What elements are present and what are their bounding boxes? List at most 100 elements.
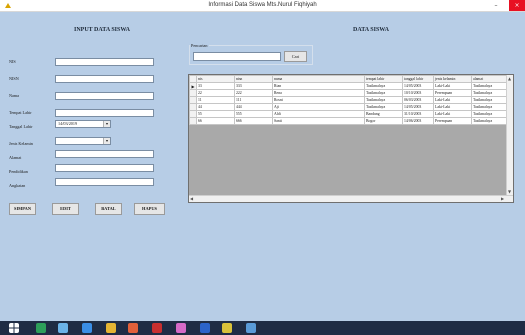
table-cell[interactable]: Tasikmalaya — [471, 110, 508, 118]
column-header-nisn[interactable]: nisn — [234, 75, 273, 83]
windows-start-icon[interactable] — [9, 323, 19, 333]
nama-input[interactable] — [55, 92, 154, 100]
chevron-down-icon[interactable]: ▾ — [103, 121, 110, 127]
scroll-down-icon[interactable]: ▼ — [508, 189, 511, 194]
search-input[interactable] — [193, 52, 281, 61]
folder-icon[interactable] — [106, 323, 116, 333]
column-header-tanggal-lahir[interactable]: tanggal lahir — [402, 75, 434, 83]
scroll-left-icon[interactable]: ◀ — [190, 196, 193, 201]
table-row[interactable]: 11 111 Rosni Tasikmalaya 06/03/2003 Laki… — [189, 96, 508, 104]
table-cell[interactable]: Tasikmalaya — [364, 82, 403, 90]
search-button[interactable]: Cari — [284, 51, 307, 62]
table-row[interactable]: ▶ 33 333 Rian Tasikmalaya 14/05/2003 Lak… — [189, 82, 508, 90]
table-row[interactable]: 22 222 Rena Tasikmalaya 10/10/2003 Perem… — [189, 89, 508, 97]
table-cell[interactable]: Bogor — [364, 117, 403, 125]
table-cell[interactable]: Tasikmalaya — [471, 117, 508, 125]
hapus-button[interactable]: HAPUS — [134, 203, 165, 215]
table-cell[interactable]: Tasikmalaya — [471, 89, 508, 97]
table-cell[interactable]: Perempuan — [433, 117, 472, 125]
table-cell[interactable]: 14/05/2003 — [402, 103, 434, 111]
row-header[interactable] — [189, 117, 197, 125]
column-header-alamat[interactable]: alamat — [471, 75, 508, 83]
paint-icon[interactable] — [176, 323, 186, 333]
table-cell[interactable]: Laki-Laki — [433, 96, 472, 104]
window-title: Informasi Data Siswa Mts.Nurul Fiqhiyah — [208, 2, 317, 8]
table-cell[interactable]: 333 — [234, 82, 273, 90]
table-cell[interactable]: Laki-Laki — [433, 110, 472, 118]
batal-button[interactable]: BATAL — [95, 203, 122, 215]
store-icon[interactable] — [58, 323, 68, 333]
table-cell[interactable]: 33 — [196, 82, 235, 90]
table-cell[interactable]: 06/03/2003 — [402, 96, 434, 104]
table-cell[interactable]: Tasikmalaya — [364, 96, 403, 104]
edit-button[interactable]: EDIT — [52, 203, 79, 215]
table-cell[interactable]: Tasikmalaya — [364, 103, 403, 111]
simpan-button[interactable]: SIMPAN — [9, 203, 36, 215]
table-cell[interactable]: Tasikmalaya — [471, 82, 508, 90]
tempat-lahir-input[interactable] — [55, 109, 154, 117]
table-cell[interactable]: Perempuan — [433, 89, 472, 97]
nisn-input[interactable] — [55, 75, 154, 83]
row-header[interactable] — [189, 89, 197, 97]
table-cell[interactable]: Aji — [272, 103, 365, 111]
row-header[interactable] — [189, 96, 197, 104]
row-header-corner — [189, 75, 197, 83]
table-cell[interactable]: Laki-Laki — [433, 103, 472, 111]
table-cell[interactable]: Rian — [272, 82, 365, 90]
table-cell[interactable]: Bandung — [364, 110, 403, 118]
column-header-nis[interactable]: nis — [196, 75, 235, 83]
table-cell[interactable]: Tasikmalaya — [364, 89, 403, 97]
table-cell[interactable]: 10/10/2003 — [402, 89, 434, 97]
notepad-icon[interactable] — [246, 323, 256, 333]
table-cell[interactable]: Rena — [272, 89, 365, 97]
scroll-up-icon[interactable]: ▲ — [508, 76, 511, 81]
table-row[interactable]: 66 666 Santi Bogor 14/06/2003 Perempuan … — [189, 117, 508, 125]
alamat-input[interactable] — [55, 150, 154, 158]
table-cell[interactable]: Aldi — [272, 110, 365, 118]
table-cell[interactable]: Laki-Laki — [433, 82, 472, 90]
table-row[interactable]: 44 444 Aji Tasikmalaya 14/05/2003 Laki-L… — [189, 103, 508, 111]
table-cell[interactable]: 31/10/2003 — [402, 110, 434, 118]
table-cell[interactable]: 444 — [234, 103, 273, 111]
pendidikan-input[interactable] — [55, 164, 154, 172]
file-explorer-icon[interactable] — [36, 323, 46, 333]
table-row[interactable]: 55 555 Aldi Bandung 31/10/2003 Laki-Laki… — [189, 110, 508, 118]
column-header-jenis-kelamin[interactable]: jenis kelamin — [433, 75, 472, 83]
scroll-right-icon[interactable]: ▶ — [501, 196, 504, 201]
nis-input[interactable] — [55, 58, 154, 66]
table-cell[interactable]: Tasikmalaya — [471, 96, 508, 104]
minimize-button[interactable]: – — [488, 0, 504, 11]
close-button[interactable]: × — [509, 0, 525, 11]
app-icon[interactable] — [152, 323, 162, 333]
office-icon[interactable] — [128, 323, 138, 333]
table-cell[interactable]: 222 — [234, 89, 273, 97]
table-cell[interactable]: Santi — [272, 117, 365, 125]
vertical-scrollbar[interactable]: ▲ ▼ — [506, 75, 513, 196]
data-grid[interactable]: nis nisn nama tempat lahir tanggal lahir… — [188, 74, 514, 203]
tanggal-lahir-picker[interactable]: 14/03/2019 ▾ — [55, 120, 111, 128]
row-header[interactable] — [189, 110, 197, 118]
table-cell[interactable]: 44 — [196, 103, 235, 111]
word-icon[interactable] — [200, 323, 210, 333]
sketch-icon[interactable] — [222, 323, 232, 333]
table-cell[interactable]: 111 — [234, 96, 273, 104]
table-cell[interactable]: 22 — [196, 89, 235, 97]
table-cell[interactable]: Rosni — [272, 96, 365, 104]
angkatan-input[interactable] — [55, 178, 154, 186]
table-cell[interactable]: 66 — [196, 117, 235, 125]
horizontal-scrollbar[interactable]: ◀ ▶ — [189, 195, 513, 202]
table-cell[interactable]: 55 — [196, 110, 235, 118]
table-cell[interactable]: 555 — [234, 110, 273, 118]
table-cell[interactable]: 14/06/2003 — [402, 117, 434, 125]
table-cell[interactable]: 11 — [196, 96, 235, 104]
jenis-kelamin-label: Jenis Kelamin — [9, 141, 33, 146]
table-cell[interactable]: 666 — [234, 117, 273, 125]
jenis-kelamin-select[interactable]: ▾ — [55, 137, 111, 145]
column-header-nama[interactable]: nama — [272, 75, 365, 83]
row-header[interactable] — [189, 103, 197, 111]
column-header-tempat-lahir[interactable]: tempat lahir — [364, 75, 403, 83]
chevron-down-icon[interactable]: ▾ — [103, 138, 110, 144]
table-cell[interactable]: 14/05/2003 — [402, 82, 434, 90]
table-cell[interactable]: Tasikmalaya — [471, 103, 508, 111]
edge-icon[interactable] — [82, 323, 92, 333]
